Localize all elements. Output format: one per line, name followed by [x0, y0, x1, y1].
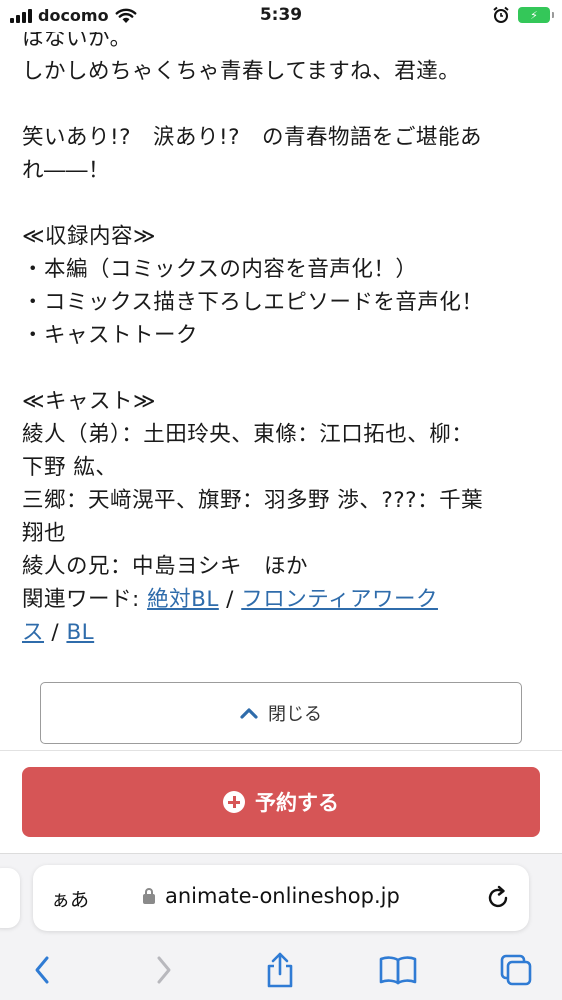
plus-circle-icon [223, 791, 245, 813]
url-display[interactable]: animate-onlineshop.jp [143, 884, 400, 908]
related-link-frontier-works[interactable]: フロンティアワーク [241, 587, 438, 612]
reserve-button[interactable]: 予約する [22, 767, 540, 837]
desc-line: 下野 紘、 [22, 455, 118, 480]
close-button[interactable]: 閉じる [40, 682, 522, 744]
close-button-label: 閉じる [268, 704, 322, 725]
separator: / [218, 587, 242, 612]
desc-line: ・キャストトーク [22, 323, 199, 348]
address-bar[interactable]: ぁあ animate-onlineshop.jp [33, 865, 529, 931]
chevron-right-icon [157, 956, 171, 984]
book-icon [379, 956, 417, 985]
page-settings-button[interactable]: ぁあ [51, 885, 89, 912]
previous-tab-preview[interactable] [0, 868, 20, 928]
share-icon [267, 952, 293, 988]
share-button[interactable] [260, 950, 300, 990]
status-bar: docomo 5:39 ⚡ [0, 0, 562, 32]
alarm-icon [493, 6, 509, 23]
reserve-button-label: 予約する [255, 791, 339, 815]
related-words: 関連ワード: 絶対BL / フロンティアワーク [22, 583, 542, 616]
desc-line: 綾人（弟）：土田玲央、東條：江口拓也、柳： [22, 422, 474, 447]
browser-toolbar-area: ぁあ animate-onlineshop.jp [0, 853, 562, 1000]
url-text: animate-onlineshop.jp [165, 884, 400, 908]
desc-line: ・コミックス描き下ろしエピソードを音声化！ [22, 290, 484, 315]
divider [0, 750, 562, 751]
related-link-frontier-works-cont[interactable]: ス [22, 620, 44, 645]
forward-button[interactable] [144, 950, 184, 990]
related-link-zettai-bl[interactable]: 絶対BL [147, 587, 219, 612]
lock-icon [143, 888, 155, 904]
chevron-left-icon [35, 956, 49, 984]
tabs-button[interactable] [496, 950, 536, 990]
tabs-icon [500, 954, 532, 986]
chevron-up-icon [240, 708, 258, 719]
status-right: ⚡ [492, 6, 554, 24]
desc-line: ・本編（コミックスの内容を音声化！） [22, 257, 418, 282]
reload-icon[interactable] [483, 883, 513, 913]
related-words-label: 関連ワード: [22, 587, 148, 612]
related-words-cont: ス / BL [22, 616, 542, 649]
section-heading-cast: ≪キャスト≫ [22, 389, 157, 414]
product-description: はないか。 しかしめちゃくちゃ青春してますね、君達。 笑いあり!? 涙あり!? … [22, 22, 542, 649]
desc-line: れ――！ [22, 158, 111, 183]
related-link-bl[interactable]: BL [66, 620, 94, 645]
desc-line: 三郷：天﨑滉平、旗野：羽多野 渉、???：千葉 [22, 488, 484, 513]
clock: 5:39 [259, 5, 303, 25]
desc-line: しかしめちゃくちゃ青春してますね、君達。 [22, 59, 461, 84]
desc-line: 翔也 [22, 521, 67, 546]
battery-icon: ⚡ [518, 7, 554, 23]
section-heading-contents: ≪収録内容≫ [22, 224, 157, 249]
bookmarks-button[interactable] [378, 950, 418, 990]
back-button[interactable] [22, 950, 62, 990]
separator: / [44, 620, 67, 645]
desc-line: 綾人の兄：中島ヨシキ ほか [22, 554, 309, 579]
desc-line: 笑いあり!? 涙あり!? の青春物語をご堪能あ [22, 125, 483, 150]
